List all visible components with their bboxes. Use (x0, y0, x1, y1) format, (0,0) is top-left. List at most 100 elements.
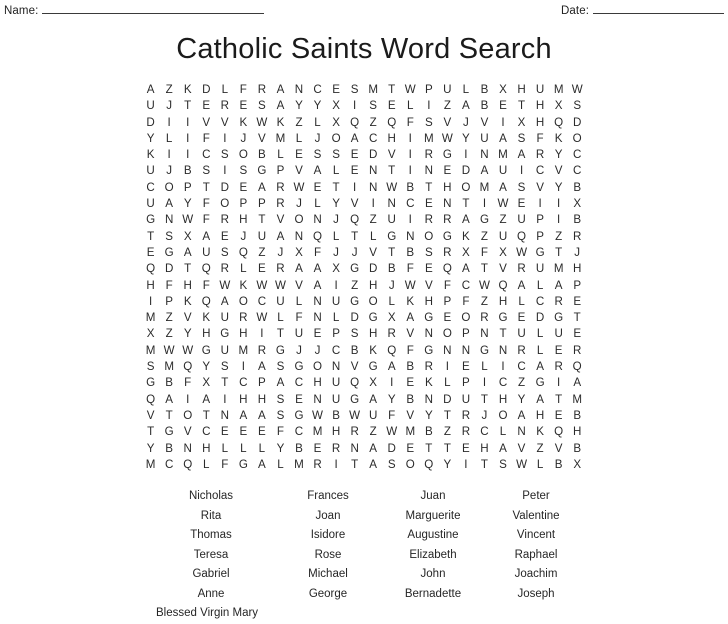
grid-cell[interactable]: F (308, 245, 327, 261)
grid-cell[interactable]: E (308, 441, 327, 457)
grid-cell[interactable]: E (438, 310, 457, 326)
grid-cell[interactable]: E (141, 245, 160, 261)
grid-cell[interactable]: H (179, 278, 198, 294)
grid-cell[interactable]: A (531, 392, 550, 408)
grid-cell[interactable]: H (531, 98, 550, 114)
grid-cell[interactable]: B (549, 457, 568, 473)
grid-cell[interactable]: L (531, 343, 550, 359)
grid-cell[interactable]: E (290, 392, 309, 408)
grid-cell[interactable]: H (197, 441, 216, 457)
grid-cell[interactable]: R (345, 424, 364, 440)
grid-cell[interactable]: Y (383, 392, 402, 408)
grid-cell[interactable]: E (512, 196, 531, 212)
grid-cell[interactable]: C (457, 278, 476, 294)
grid-cell[interactable]: Z (549, 229, 568, 245)
grid-cell[interactable]: G (475, 343, 494, 359)
grid-cell[interactable]: B (401, 359, 420, 375)
grid-cell[interactable]: M (568, 392, 587, 408)
grid-cell[interactable]: V (494, 261, 513, 277)
grid-cell[interactable]: T (475, 457, 494, 473)
grid-cell[interactable]: A (290, 261, 309, 277)
grid-cell[interactable]: Q (179, 359, 198, 375)
grid-cell[interactable]: G (234, 457, 253, 473)
grid-cell[interactable]: D (216, 180, 235, 196)
grid-cell[interactable]: L (271, 457, 290, 473)
grid-cell[interactable]: C (327, 343, 346, 359)
grid-cell[interactable]: E (401, 375, 420, 391)
grid-cell[interactable]: S (327, 147, 346, 163)
grid-cell[interactable]: O (327, 131, 346, 147)
grid-cell[interactable]: Z (438, 98, 457, 114)
grid-cell[interactable]: X (290, 245, 309, 261)
grid-cell[interactable]: Q (420, 457, 439, 473)
grid-cell[interactable]: C (568, 163, 587, 179)
grid-cell[interactable]: Q (308, 229, 327, 245)
grid-cell[interactable]: O (216, 196, 235, 212)
grid-cell[interactable]: I (438, 359, 457, 375)
grid-cell[interactable]: Y (271, 441, 290, 457)
grid-cell[interactable]: R (271, 180, 290, 196)
grid-cell[interactable]: W (512, 457, 531, 473)
grid-cell[interactable]: L (327, 163, 346, 179)
grid-cell[interactable]: I (216, 163, 235, 179)
grid-cell[interactable]: M (475, 180, 494, 196)
grid-cell[interactable]: E (290, 147, 309, 163)
grid-cell[interactable]: A (308, 163, 327, 179)
grid-cell[interactable]: U (457, 392, 476, 408)
grid-cell[interactable]: S (216, 147, 235, 163)
grid-cell[interactable]: H (327, 424, 346, 440)
grid-cell[interactable]: G (290, 408, 309, 424)
grid-cell[interactable]: Q (345, 115, 364, 131)
grid-cell[interactable]: D (345, 310, 364, 326)
grid-cell[interactable]: I (345, 98, 364, 114)
grid-cell[interactable]: T (345, 457, 364, 473)
grid-cell[interactable]: F (197, 131, 216, 147)
grid-cell[interactable]: U (531, 261, 550, 277)
grid-cell[interactable]: B (568, 408, 587, 424)
grid-cell[interactable]: X (327, 98, 346, 114)
grid-cell[interactable]: Y (179, 196, 198, 212)
grid-cell[interactable]: N (494, 343, 513, 359)
grid-cell[interactable]: Y (512, 392, 531, 408)
grid-cell[interactable]: S (216, 359, 235, 375)
grid-cell[interactable]: W (160, 343, 179, 359)
grid-cell[interactable]: T (568, 310, 587, 326)
word-list-item[interactable]: Valentine (488, 507, 584, 527)
grid-cell[interactable]: L (308, 115, 327, 131)
grid-cell[interactable]: O (568, 131, 587, 147)
grid-cell[interactable]: J (383, 278, 402, 294)
word-list-item[interactable]: George (278, 585, 378, 605)
date-write-line[interactable] (593, 2, 724, 14)
grid-cell[interactable]: M (401, 424, 420, 440)
word-list-item[interactable]: Nicholas (144, 487, 278, 507)
grid-cell[interactable]: P (234, 196, 253, 212)
grid-cell[interactable]: P (179, 180, 198, 196)
grid-cell[interactable]: I (475, 375, 494, 391)
grid-cell[interactable]: P (568, 278, 587, 294)
grid-cell[interactable]: C (401, 196, 420, 212)
grid-cell[interactable]: V (197, 115, 216, 131)
grid-cell[interactable]: I (549, 375, 568, 391)
grid-cell[interactable]: E (420, 261, 439, 277)
grid-cell[interactable]: W (308, 408, 327, 424)
grid-cell[interactable]: K (141, 147, 160, 163)
grid-cell[interactable]: U (327, 392, 346, 408)
grid-cell[interactable]: W (271, 278, 290, 294)
grid-cell[interactable]: M (549, 82, 568, 98)
grid-cell[interactable]: R (549, 359, 568, 375)
grid-cell[interactable]: Z (531, 441, 550, 457)
grid-cell[interactable]: Q (141, 261, 160, 277)
grid-cell[interactable]: T (383, 245, 402, 261)
grid-cell[interactable]: I (531, 196, 550, 212)
grid-cell[interactable]: E (234, 180, 253, 196)
name-write-line[interactable] (42, 2, 265, 14)
grid-cell[interactable]: I (253, 326, 272, 342)
grid-cell[interactable]: D (141, 115, 160, 131)
grid-cell[interactable]: A (512, 147, 531, 163)
grid-cell[interactable]: Y (438, 457, 457, 473)
grid-cell[interactable]: J (327, 212, 346, 228)
grid-cell[interactable]: C (253, 294, 272, 310)
grid-cell[interactable]: F (457, 294, 476, 310)
grid-cell[interactable]: N (327, 359, 346, 375)
grid-cell[interactable]: U (141, 163, 160, 179)
